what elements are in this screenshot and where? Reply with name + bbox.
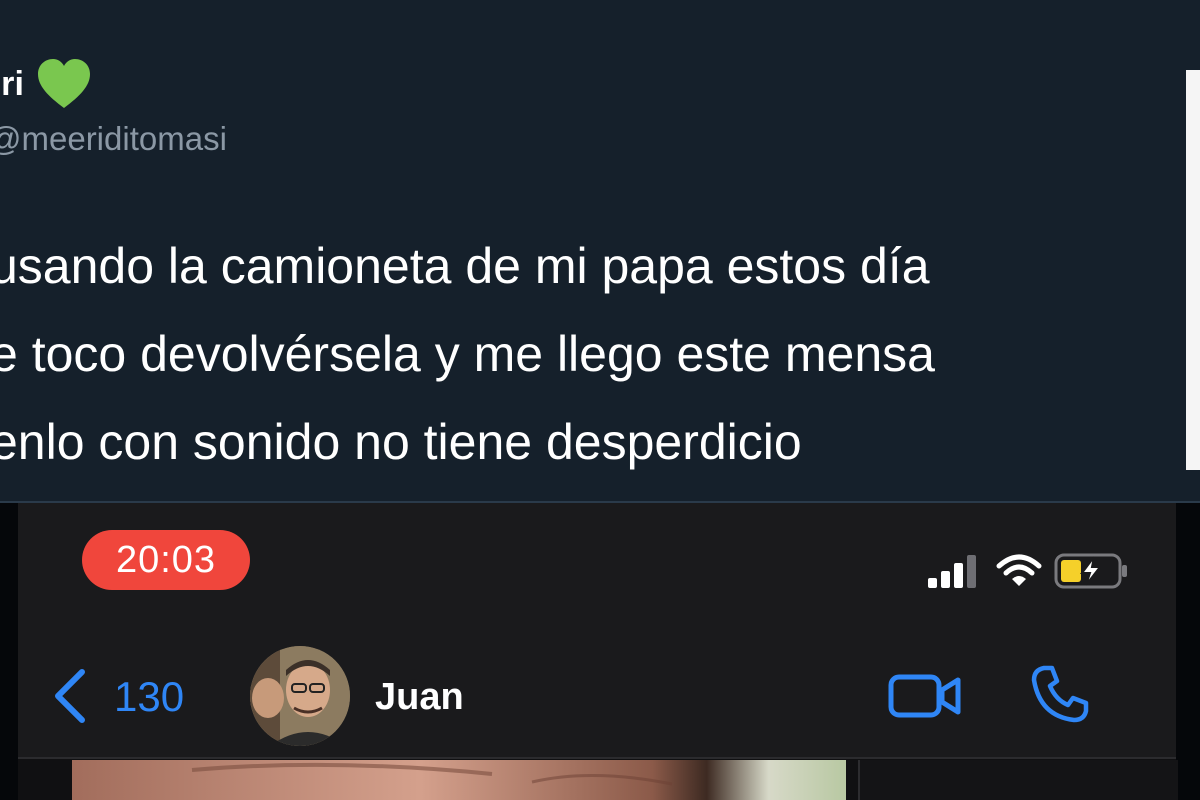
video-call-icon[interactable]	[888, 672, 962, 720]
back-chevron-icon[interactable]	[52, 668, 88, 724]
green-heart-icon	[38, 59, 91, 108]
author-handle[interactable]: @meeriditomasi	[0, 120, 227, 158]
phone-call-icon[interactable]	[1030, 664, 1090, 724]
back-count[interactable]: 130	[114, 673, 184, 721]
media-edge-left	[0, 503, 18, 800]
contact-avatar[interactable]	[250, 646, 350, 746]
signal-icon	[928, 555, 976, 588]
tweet-text: usando la camioneta de mi papa estos día…	[0, 222, 1200, 486]
wifi-icon	[996, 554, 1042, 586]
adjacent-panel-edge	[1186, 70, 1200, 470]
battery-charging-icon	[1054, 553, 1127, 589]
status-time-pill: 20:03	[82, 530, 250, 590]
avatar-photo	[250, 646, 350, 746]
author-row[interactable]: eri	[0, 58, 92, 110]
handle-text: meeriditomasi	[21, 120, 227, 157]
adjacent-chat-area	[858, 760, 1178, 800]
status-icons	[926, 552, 1130, 590]
media-edge-right	[1176, 503, 1200, 800]
video-frame-image	[72, 760, 846, 800]
tweet-line-1: usando la camioneta de mi papa estos día	[0, 238, 930, 294]
tweet-card: eri @meeriditomasi usando la camioneta d…	[0, 0, 1200, 502]
display-name[interactable]: eri	[0, 65, 24, 104]
tweet-line-2: e toco devolvérsela y me llego este mens…	[0, 326, 935, 382]
video-message-thumbnail[interactable]	[72, 760, 846, 800]
tweet-line-3: enlo con sonido no tiene desperdicio	[0, 414, 802, 470]
contact-name[interactable]: Juan	[375, 676, 464, 719]
